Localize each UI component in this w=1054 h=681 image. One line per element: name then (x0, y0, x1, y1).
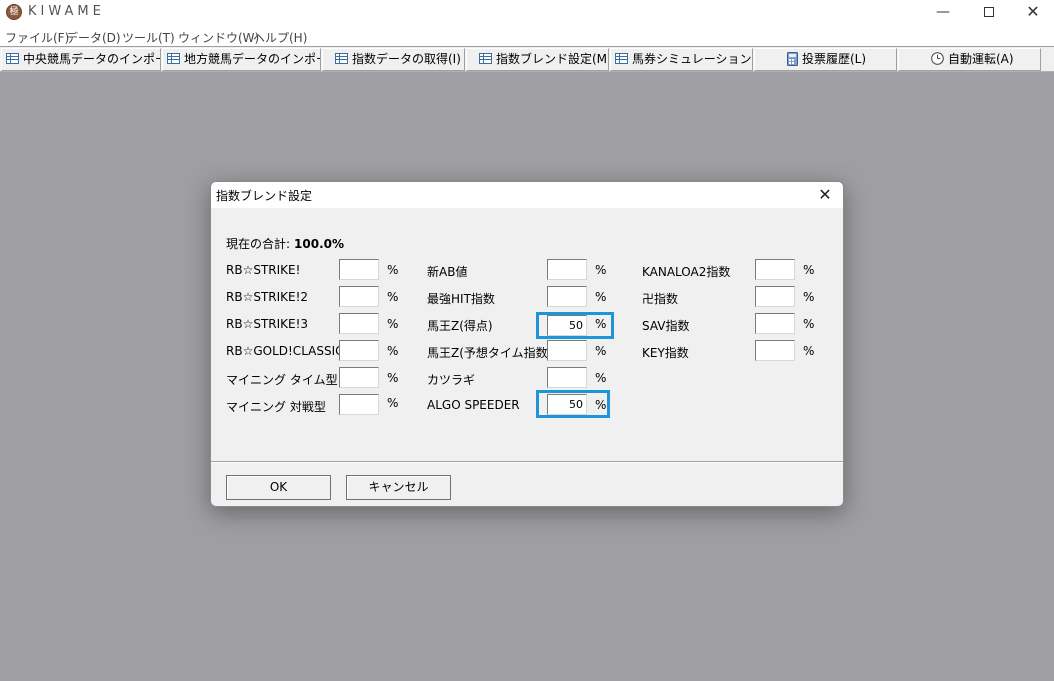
menu-bar: ファイル(F) データ(D) ツール(T) ウィンドウ(W) ヘルプ(H) (0, 26, 1054, 46)
label-saikyo-hit: 最強HIT指数 (427, 292, 495, 306)
label-mining-time: マイニング タイム型 (226, 373, 338, 387)
percent-label: % (387, 344, 399, 358)
divider (211, 462, 843, 463)
auto-run-label: 自動運転(A) (948, 52, 1014, 66)
label-key: KEY指数 (642, 346, 689, 360)
close-window-button[interactable]: ✕ (1010, 0, 1054, 26)
percent-label: % (803, 317, 815, 331)
label-new-ab: 新AB値 (427, 265, 468, 279)
percent-label: % (803, 344, 815, 358)
betting-simulation-button[interactable]: 馬券シミュレーション(B) (610, 48, 753, 71)
dialog-title: 指数ブレンド設定 (216, 189, 313, 203)
label-rb-gold-classic: RB☆GOLD!CLASSIC (226, 344, 344, 358)
input-key[interactable] (755, 340, 795, 361)
input-mining-time[interactable] (339, 367, 379, 388)
label-baou-z-time: 馬王Z(予想タイム指数) (427, 346, 553, 360)
input-sav[interactable] (755, 313, 795, 334)
vote-history-label: 投票履歴(L) (802, 52, 867, 66)
fetch-index-button[interactable]: 指数データの取得(I) (322, 48, 465, 71)
ok-button[interactable]: OK (226, 475, 331, 500)
menu-help[interactable]: ヘルプ(H) (253, 29, 307, 46)
index-blend-button[interactable]: 指数ブレンド設定(M) (466, 48, 609, 71)
total-summary: 現在の合計: 100.0% (226, 235, 344, 252)
cancel-button[interactable]: キャンセル (346, 475, 451, 500)
input-mining-match[interactable] (339, 394, 379, 415)
label-sav: SAV指数 (642, 319, 690, 333)
input-baou-z-time[interactable] (547, 340, 587, 361)
kiwame-logo-icon: 極 (6, 4, 22, 20)
percent-label: % (595, 317, 607, 331)
import-nar-button[interactable]: 地方競馬データのインポート(N) (162, 48, 321, 71)
label-rb-strike-2: RB☆STRIKE!2 (226, 290, 309, 304)
percent-label: % (387, 263, 399, 277)
auto-run-button[interactable]: 自動運転(A) (898, 48, 1041, 71)
clock-icon (931, 52, 944, 65)
input-baou-z-score[interactable] (547, 315, 587, 336)
label-algo-speeder: ALGO SPEEDER (427, 398, 520, 412)
app-title: KIWAME (28, 4, 105, 19)
import-jra-label: 中央競馬データのインポート(J) (23, 52, 160, 66)
menu-file[interactable]: ファイル(F) (5, 29, 69, 46)
table-icon (615, 53, 628, 64)
maximize-icon (984, 7, 994, 17)
menu-data[interactable]: データ(D) (66, 29, 121, 46)
input-algo-speeder[interactable] (547, 394, 587, 415)
label-mining-match: マイニング 対戦型 (226, 400, 326, 414)
total-label: 現在の合計: (226, 237, 291, 251)
table-icon (167, 53, 180, 64)
input-saikyo-hit[interactable] (547, 286, 587, 307)
index-blend-label: 指数ブレンド設定(M) (496, 52, 609, 66)
toolbar: 中央競馬データのインポート(J) 地方競馬データのインポート(N) 指数データの… (0, 47, 1054, 72)
dialog-titlebar: 指数ブレンド設定 ✕ (211, 182, 843, 208)
minimize-button[interactable]: — (920, 0, 966, 26)
input-rb-strike[interactable] (339, 259, 379, 280)
percent-label: % (387, 396, 399, 410)
app-titlebar: 極 KIWAME — ✕ (0, 0, 1054, 26)
percent-label: % (803, 290, 815, 304)
total-value: 100.0% (294, 237, 345, 251)
label-manji: 卍指数 (642, 292, 679, 306)
input-new-ab[interactable] (547, 259, 587, 280)
percent-label: % (595, 398, 607, 412)
maximize-button[interactable] (966, 0, 1012, 26)
label-katsuragi: カツラギ (427, 373, 476, 387)
percent-label: % (595, 263, 607, 277)
table-icon (479, 53, 492, 64)
table-icon (335, 53, 348, 64)
percent-label: % (387, 371, 399, 385)
percent-label: % (595, 344, 607, 358)
label-rb-strike: RB☆STRIKE! (226, 263, 301, 277)
percent-label: % (803, 263, 815, 277)
dialog-close-button[interactable]: ✕ (813, 184, 837, 206)
fetch-index-label: 指数データの取得(I) (352, 52, 461, 66)
index-blend-dialog: 指数ブレンド設定 ✕ 現在の合計: 100.0% RB☆STRIKE! % RB☆… (210, 181, 844, 507)
input-rb-strike-3[interactable] (339, 313, 379, 334)
label-kanaloa2: KANALOA2指数 (642, 265, 731, 279)
betting-simulation-label: 馬券シミュレーション(B) (632, 52, 752, 66)
percent-label: % (595, 371, 607, 385)
label-baou-z-score: 馬王Z(得点) (427, 319, 493, 333)
import-nar-label: 地方競馬データのインポート(N) (184, 52, 320, 66)
percent-label: % (387, 290, 399, 304)
percent-label: % (595, 290, 607, 304)
calculator-icon (787, 51, 798, 66)
vote-history-button[interactable]: 投票履歴(L) (754, 48, 897, 71)
menu-window[interactable]: ウィンドウ(W) (178, 29, 259, 46)
input-katsuragi[interactable] (547, 367, 587, 388)
table-icon (6, 53, 19, 64)
input-manji[interactable] (755, 286, 795, 307)
menu-tools[interactable]: ツール(T) (122, 29, 175, 46)
percent-label: % (387, 317, 399, 331)
import-jra-button[interactable]: 中央競馬データのインポート(J) (1, 48, 161, 71)
input-rb-strike-2[interactable] (339, 286, 379, 307)
input-kanaloa2[interactable] (755, 259, 795, 280)
input-rb-gold-classic[interactable] (339, 340, 379, 361)
label-rb-strike-3: RB☆STRIKE!3 (226, 317, 309, 331)
